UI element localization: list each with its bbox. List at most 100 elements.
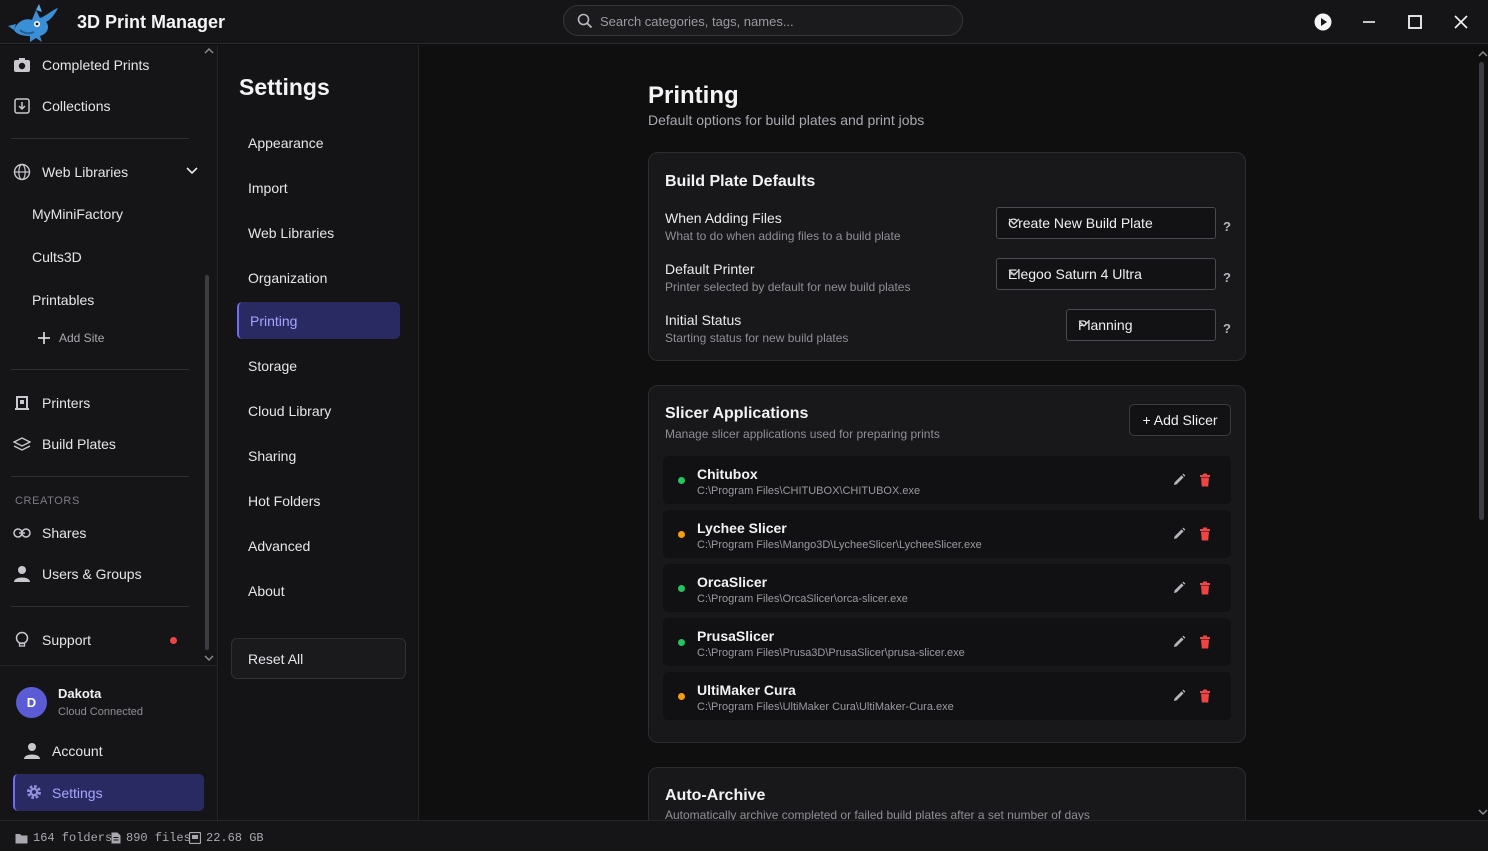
- sidebar-site-myminifactory[interactable]: MyMiniFactory: [32, 206, 123, 222]
- status-bar: 164 folders 890 files 22.68 GB: [0, 820, 1488, 851]
- status-dot: [678, 585, 685, 592]
- minimize-icon: [1362, 15, 1376, 29]
- trash-icon[interactable]: [1199, 689, 1211, 703]
- sidebar-item-web-libraries[interactable]: Web Libraries: [12, 157, 198, 187]
- sidebar-site-printables[interactable]: Printables: [32, 292, 94, 308]
- settings-nav-appearance[interactable]: Appearance: [248, 135, 324, 151]
- settings-nav-hot-folders[interactable]: Hot Folders: [248, 493, 320, 509]
- slicer-name: OrcaSlicer: [697, 574, 768, 590]
- app-title: 3D Print Manager: [77, 12, 226, 32]
- sidebar-divider: [11, 606, 189, 607]
- settings-nav-web-libraries[interactable]: Web Libraries: [248, 225, 334, 241]
- list-item[interactable]: Chitubox C:\Program Files\CHITUBOX\CHITU…: [663, 456, 1231, 504]
- scroll-down-icon[interactable]: [204, 654, 214, 662]
- add-site-label: Add Site: [59, 331, 105, 345]
- settings-nav-printing[interactable]: Printing: [237, 302, 400, 339]
- setting-label: Default Printer: [665, 261, 755, 277]
- add-site-button[interactable]: Add Site: [37, 331, 104, 345]
- sidebar-item-label: Account: [52, 743, 103, 759]
- slicer-name: UltiMaker Cura: [697, 682, 796, 698]
- drive-icon: [189, 832, 201, 844]
- add-slicer-button[interactable]: + Add Slicer: [1129, 404, 1231, 436]
- setting-description: What to do when adding files to a build …: [665, 229, 901, 243]
- list-item[interactable]: UltiMaker Cura C:\Program Files\UltiMake…: [663, 672, 1231, 720]
- sidebar-item-label: Completed Prints: [42, 57, 150, 73]
- scroll-up-icon[interactable]: [204, 47, 214, 55]
- sidebar-item-label: Support: [42, 632, 92, 648]
- sidebar-item-shares[interactable]: Shares: [12, 518, 86, 548]
- settings-nav-organization[interactable]: Organization: [248, 270, 327, 286]
- settings-nav-storage[interactable]: Storage: [248, 358, 297, 374]
- when-adding-files-select[interactable]: Create New Build Plate: [996, 207, 1216, 239]
- card-title: Slicer Applications: [665, 405, 809, 422]
- trash-icon[interactable]: [1199, 635, 1211, 649]
- trash-icon[interactable]: [1199, 473, 1211, 487]
- pencil-icon[interactable]: [1172, 635, 1186, 649]
- folder-count-text: 164 folders: [33, 831, 113, 845]
- sidebar-site-cults3d[interactable]: Cults3D: [32, 249, 82, 265]
- main-sidebar: Completed Prints Collections Web Librari…: [0, 45, 218, 820]
- setting-description: Starting status for new build plates: [665, 331, 849, 345]
- sidebar-item-completed-prints[interactable]: Completed Prints: [12, 50, 149, 80]
- list-item[interactable]: PrusaSlicer C:\Program Files\Prusa3D\Pru…: [663, 618, 1231, 666]
- sidebar-item-label: Web Libraries: [42, 164, 129, 180]
- file-icon: [111, 832, 121, 844]
- help-icon[interactable]: ?: [1223, 321, 1231, 336]
- user-icon: [22, 741, 42, 761]
- pencil-icon[interactable]: [1172, 689, 1186, 703]
- help-icon[interactable]: ?: [1223, 219, 1231, 234]
- sidebar-item-build-plates[interactable]: Build Plates: [12, 429, 116, 459]
- trash-icon[interactable]: [1199, 527, 1211, 541]
- slicer-name: Lychee Slicer: [697, 520, 787, 536]
- slicer-path: C:\Program Files\CHITUBOX\CHITUBOX.exe: [697, 485, 921, 497]
- pencil-icon[interactable]: [1172, 473, 1186, 487]
- sidebar-item-label: Printers: [42, 395, 91, 411]
- card-title: Build Plate Defaults: [665, 173, 816, 190]
- pencil-icon[interactable]: [1172, 581, 1186, 595]
- play-button[interactable]: [1311, 10, 1335, 34]
- initial-status-select[interactable]: Planning: [1066, 309, 1216, 341]
- close-button[interactable]: [1449, 10, 1473, 34]
- sidebar-item-collections[interactable]: Collections: [12, 91, 110, 121]
- sidebar-item-support[interactable]: Support: [12, 625, 91, 655]
- notification-dot: [170, 637, 177, 644]
- page-subtitle: Default options for build plates and pri…: [648, 112, 925, 128]
- settings-nav-sharing[interactable]: Sharing: [248, 448, 296, 464]
- avatar[interactable]: D: [16, 687, 47, 718]
- content-scrollbar[interactable]: [1479, 62, 1484, 520]
- list-item[interactable]: OrcaSlicer C:\Program Files\OrcaSlicer\o…: [663, 564, 1231, 612]
- default-printer-select[interactable]: Elegoo Saturn 4 Ultra: [996, 258, 1216, 290]
- camera-icon: [12, 55, 32, 75]
- search-bar[interactable]: [563, 5, 963, 36]
- setting-label: Initial Status: [665, 312, 742, 328]
- scroll-down-icon[interactable]: [1478, 808, 1488, 816]
- status-dot: [678, 531, 685, 538]
- gear-icon: [25, 783, 43, 801]
- sidebar-item-settings[interactable]: Settings: [13, 774, 204, 811]
- slicer-name: PrusaSlicer: [697, 628, 775, 644]
- reset-all-button[interactable]: Reset All: [231, 638, 406, 679]
- sidebar-divider: [0, 665, 218, 666]
- trash-icon[interactable]: [1199, 581, 1211, 595]
- sidebar-item-label: Shares: [42, 525, 87, 541]
- maximize-button[interactable]: [1403, 10, 1427, 34]
- settings-nav-import[interactable]: Import: [248, 180, 288, 196]
- settings-nav-cloud-library[interactable]: Cloud Library: [248, 403, 331, 419]
- search-input[interactable]: [600, 11, 950, 31]
- sidebar-item-account[interactable]: Account: [22, 736, 103, 766]
- sidebar-item-users-groups[interactable]: Users & Groups: [12, 559, 142, 589]
- scroll-up-icon[interactable]: [1478, 50, 1488, 58]
- status-dot: [678, 693, 685, 700]
- title-bar: 3D Print Manager: [0, 0, 1488, 44]
- settings-nav-advanced[interactable]: Advanced: [248, 538, 310, 554]
- globe-icon: [12, 162, 32, 182]
- help-icon[interactable]: ?: [1223, 270, 1231, 285]
- sidebar-item-printers[interactable]: Printers: [12, 388, 90, 418]
- list-item[interactable]: Lychee Slicer C:\Program Files\Mango3D\L…: [663, 510, 1231, 558]
- chevron-down-icon[interactable]: [186, 167, 198, 175]
- sidebar-scrollbar[interactable]: [205, 275, 209, 650]
- settings-nav-about[interactable]: About: [248, 583, 285, 599]
- pencil-icon[interactable]: [1172, 527, 1186, 541]
- minimize-button[interactable]: [1357, 10, 1381, 34]
- lightbulb-icon: [12, 630, 32, 650]
